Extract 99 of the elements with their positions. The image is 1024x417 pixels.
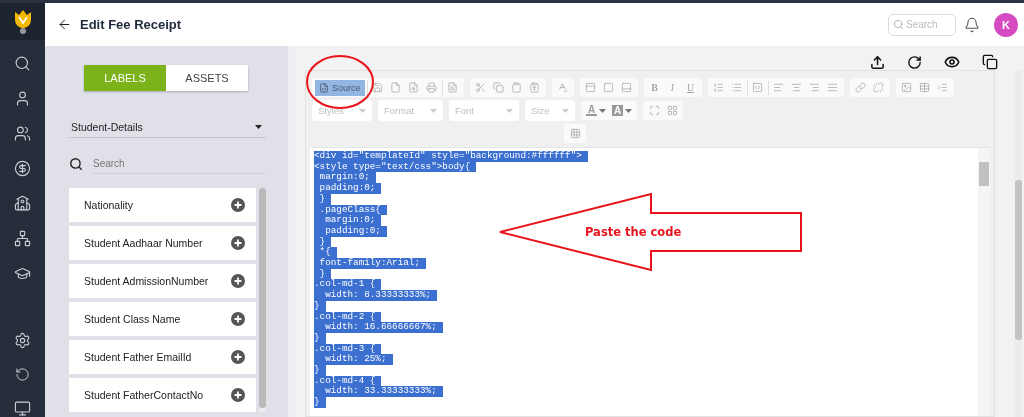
cut-icon (475, 82, 487, 93)
style-dropdown[interactable]: Format (378, 100, 443, 121)
style-dropdown[interactable]: Styles (312, 100, 372, 121)
form-icon (585, 82, 597, 93)
page-scrollbar[interactable] (1015, 70, 1022, 417)
add-icon[interactable] (231, 350, 245, 364)
caret-icon (625, 108, 632, 113)
dropdown-caret-icon (255, 124, 262, 129)
paste-icon (511, 82, 523, 93)
category-select[interactable]: Student-Details (69, 116, 266, 138)
align-left-icon (773, 82, 785, 93)
user-avatar[interactable]: K (994, 12, 1018, 37)
copy-button[interactable] (490, 79, 507, 96)
label-name: Student Class Name (84, 313, 181, 325)
format-button[interactable]: I (664, 79, 681, 96)
search-icon (69, 157, 83, 171)
image-icon (901, 82, 913, 93)
graduation-cap-icon (14, 265, 31, 282)
refresh-icon (15, 367, 30, 382)
indent-icon (937, 82, 949, 93)
textarea-icon (621, 82, 633, 93)
search-field[interactable]: Search (888, 13, 956, 36)
label-card[interactable]: Student AdmissionNumber (69, 264, 256, 298)
color-button[interactable]: A (584, 105, 608, 116)
numbered-list-icon (713, 82, 725, 93)
add-icon[interactable] (231, 274, 245, 288)
bell-icon[interactable] (964, 16, 980, 33)
div-icon (752, 82, 764, 93)
align-right-icon (809, 82, 821, 93)
print-button[interactable] (423, 79, 440, 96)
label-card[interactable]: Student FatherContactNo (69, 378, 256, 412)
color-button[interactable]: A (610, 105, 634, 116)
caret-icon (562, 108, 569, 113)
copy-icon (493, 82, 505, 93)
label-card[interactable]: Student Father EmailId (69, 340, 256, 374)
copy-icon[interactable] (982, 54, 998, 70)
style-dropdown[interactable]: Size (525, 100, 575, 121)
add-icon[interactable] (231, 388, 245, 402)
unlink-button[interactable] (870, 79, 887, 96)
page-title: Edit Fee Receipt (80, 17, 183, 32)
highlight-circle (306, 55, 374, 109)
school-icon (14, 195, 31, 212)
show-blocks-icon (666, 105, 678, 116)
style-dropdown[interactable]: Font (449, 100, 519, 121)
label-card[interactable]: Nationality (69, 188, 256, 222)
label-card[interactable]: Student Class Name (69, 302, 256, 336)
search-icon (893, 18, 904, 30)
label-name: Student FatherContactNo (84, 389, 204, 401)
scrollbar[interactable] (978, 148, 990, 416)
monitor-icon (14, 400, 31, 417)
templates-icon (447, 82, 459, 93)
logo-icon (12, 8, 33, 35)
person-icon (14, 90, 31, 107)
caret-icon (599, 108, 606, 113)
caret-icon (430, 108, 437, 113)
settings-icon (14, 332, 31, 349)
spellcheck-icon (557, 82, 569, 93)
eye-icon[interactable] (944, 54, 960, 70)
scrollbar[interactable] (259, 188, 266, 412)
dollar-icon (14, 160, 31, 177)
link-button[interactable] (852, 79, 869, 96)
preview-icon (408, 82, 420, 93)
label-name: Student Aadhaar Number (84, 237, 203, 249)
paste-text-icon (529, 82, 541, 93)
new-page-icon (390, 82, 402, 93)
unlink-icon (873, 82, 885, 93)
caret-icon (506, 108, 513, 113)
link-icon (855, 82, 867, 93)
add-icon[interactable] (231, 198, 245, 212)
add-icon[interactable] (231, 236, 245, 250)
align-center-icon (791, 82, 803, 93)
panel-tab[interactable]: LABELS (84, 65, 166, 91)
maximize-icon (648, 105, 660, 116)
source-button[interactable]: Source (315, 79, 365, 96)
label-name: Student Father EmailId (84, 351, 192, 363)
category-value: Student-Details (71, 120, 143, 133)
upload-icon[interactable] (870, 55, 885, 70)
label-card[interactable]: Student Aadhaar Number (69, 226, 256, 260)
redo-icon[interactable] (907, 55, 922, 70)
frame-icon (603, 82, 615, 93)
bullet-list-icon (731, 82, 743, 93)
people-icon (14, 125, 31, 142)
label-name: Nationality (84, 199, 134, 211)
print-icon (426, 82, 438, 93)
search-icon (14, 55, 31, 72)
network-icon (14, 230, 31, 247)
save-icon (372, 82, 384, 93)
add-icon[interactable] (231, 312, 245, 326)
caret-icon (359, 108, 366, 113)
source-icon (319, 82, 329, 93)
panel-tab[interactable]: ASSETS (166, 65, 248, 91)
grid-icon (569, 128, 581, 139)
justify-icon (827, 82, 839, 93)
annotation-text: Paste the code (585, 225, 682, 239)
format-button[interactable]: B (646, 79, 663, 96)
format-button[interactable]: U (682, 79, 699, 96)
search-field[interactable]: Search (93, 154, 266, 174)
table-icon (919, 82, 931, 93)
label-name: Student AdmissionNumber (84, 275, 209, 287)
